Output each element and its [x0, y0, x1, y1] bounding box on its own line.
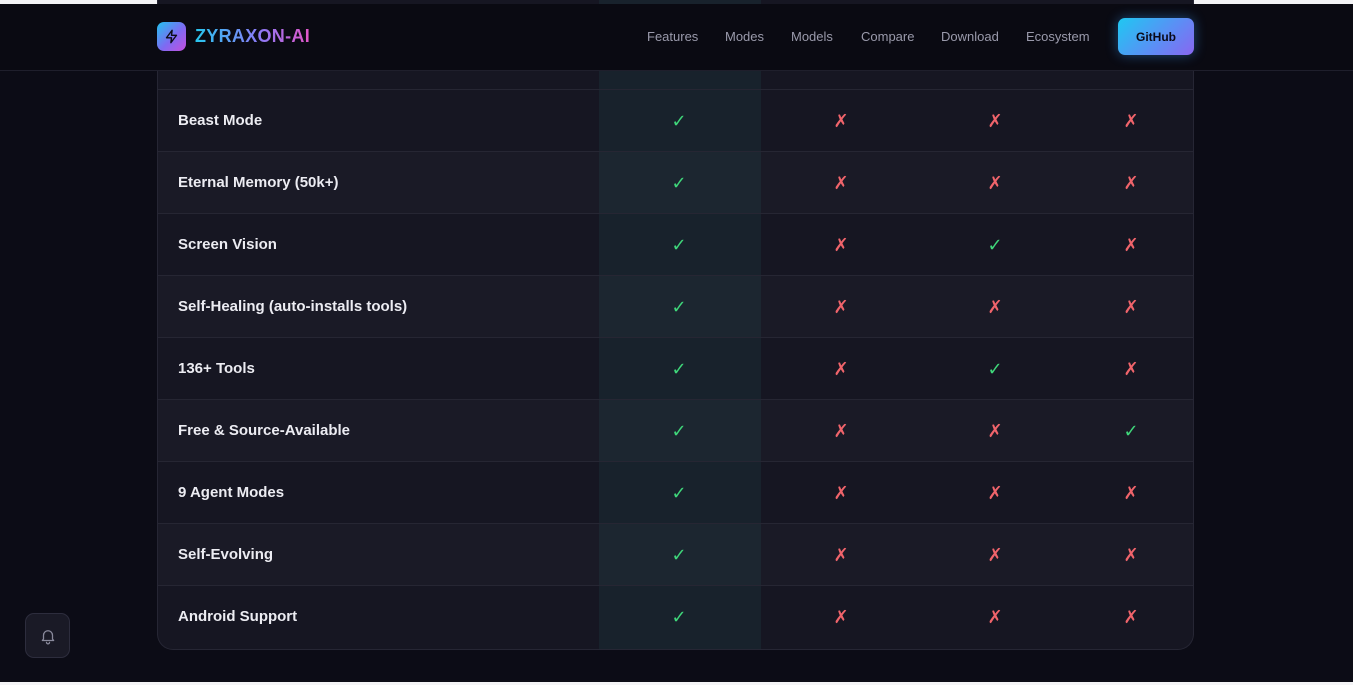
- cross-icon-competitor-a: ✗: [833, 173, 849, 193]
- table-row: Free & Source-Available ✓ ✗ ✗ ✓: [158, 399, 1193, 461]
- feature-label: 9 Agent Modes: [178, 484, 285, 501]
- check-icon-competitor-b: ✓: [987, 235, 1003, 255]
- cross-icon-competitor-a: ✗: [833, 235, 849, 255]
- check-icon-competitor-b: ✓: [987, 359, 1003, 379]
- cross-icon-competitor-b: ✗: [987, 297, 1003, 317]
- cross-icon-competitor-c: ✗: [1123, 607, 1139, 627]
- check-icon-zyraxon: ✓: [671, 297, 687, 317]
- cross-icon-competitor-b: ✗: [987, 111, 1003, 131]
- bell-icon: [41, 629, 54, 644]
- table-row: Self-Healing (auto-installs tools) ✓ ✗ ✗ ✗: [158, 275, 1193, 337]
- comparison-table: Beast Mode ✓ ✗ ✗ ✗ Eternal Memory (50k+) ✓ ✗ ✗ ✗ S…: [157, 0, 1194, 650]
- cross-icon-competitor-a: ✗: [833, 297, 849, 317]
- brand-name: ZYRAXON-AI: [195, 26, 310, 46]
- cross-icon-competitor-a: ✗: [833, 359, 849, 379]
- cross-icon-competitor-b: ✗: [987, 607, 1003, 627]
- cross-icon-competitor-c: ✗: [1123, 111, 1139, 131]
- table-row: Beast Mode ✓ ✗ ✗ ✗: [158, 89, 1193, 151]
- check-icon-competitor-c: ✓: [1123, 421, 1139, 441]
- table-row: Android Support ✓ ✗ ✗ ✗: [158, 585, 1193, 647]
- check-icon-zyraxon: ✓: [671, 359, 687, 379]
- cross-icon-competitor-c: ✗: [1123, 235, 1139, 255]
- nav-link-modes[interactable]: Modes: [725, 29, 764, 44]
- cross-icon-competitor-b: ✗: [987, 421, 1003, 441]
- check-icon-zyraxon: ✓: [671, 235, 687, 255]
- check-icon-zyraxon: ✓: [671, 483, 687, 503]
- table-row: Self-Evolving ✓ ✗ ✗ ✗: [158, 523, 1193, 585]
- cross-icon-competitor-c: ✗: [1123, 359, 1139, 379]
- cross-icon-competitor-a: ✗: [833, 607, 849, 627]
- check-icon-zyraxon: ✓: [671, 545, 687, 565]
- table-row: 136+ Tools ✓ ✗ ✓ ✗: [158, 337, 1193, 399]
- table-row: Screen Vision ✓ ✗ ✓ ✗: [158, 213, 1193, 275]
- feature-label: 136+ Tools: [178, 360, 255, 377]
- feature-label: Self-Evolving: [178, 546, 274, 563]
- feature-label: Free & Source-Available: [178, 422, 351, 439]
- notification-button[interactable]: [25, 613, 70, 658]
- cross-icon-competitor-b: ✗: [987, 545, 1003, 565]
- cross-icon-competitor-a: ✗: [833, 421, 849, 441]
- nav-link-download[interactable]: Download: [941, 29, 999, 44]
- cross-icon-competitor-a: ✗: [833, 545, 849, 565]
- cross-icon-competitor-a: ✗: [833, 111, 849, 131]
- check-icon-zyraxon: ✓: [671, 111, 687, 131]
- feature-label: Eternal Memory (50k+): [178, 174, 339, 191]
- check-icon-zyraxon: ✓: [671, 607, 687, 627]
- nav-link-compare[interactable]: Compare: [861, 29, 914, 44]
- nav-link-ecosystem[interactable]: Ecosystem: [1026, 29, 1090, 44]
- cross-icon-competitor-c: ✗: [1123, 173, 1139, 193]
- nav-link-features[interactable]: Features: [647, 29, 698, 44]
- brand[interactable]: ZYRAXON-AI: [157, 22, 310, 51]
- feature-label: Beast Mode: [178, 112, 263, 129]
- lightning-bolt-icon: [157, 22, 186, 51]
- cross-icon-competitor-a: ✗: [833, 483, 849, 503]
- github-button[interactable]: GitHub: [1118, 18, 1194, 55]
- cross-icon-competitor-c: ✗: [1123, 545, 1139, 565]
- cross-icon-competitor-b: ✗: [987, 483, 1003, 503]
- feature-label: Screen Vision: [178, 236, 277, 253]
- cross-icon-competitor-c: ✗: [1123, 297, 1139, 317]
- table-row: Eternal Memory (50k+) ✓ ✗ ✗ ✗: [158, 151, 1193, 213]
- check-icon-zyraxon: ✓: [671, 173, 687, 193]
- feature-label: Android Support: [178, 608, 298, 625]
- nav-link-models[interactable]: Models: [791, 29, 833, 44]
- top-navbar: ZYRAXON-AI Features Modes Models Compare…: [0, 4, 1353, 71]
- cross-icon-competitor-c: ✗: [1123, 483, 1139, 503]
- table-row: 9 Agent Modes ✓ ✗ ✗ ✗: [158, 461, 1193, 523]
- cross-icon-competitor-b: ✗: [987, 173, 1003, 193]
- feature-label: Self-Healing (auto-installs tools): [178, 298, 408, 315]
- check-icon-zyraxon: ✓: [671, 421, 687, 441]
